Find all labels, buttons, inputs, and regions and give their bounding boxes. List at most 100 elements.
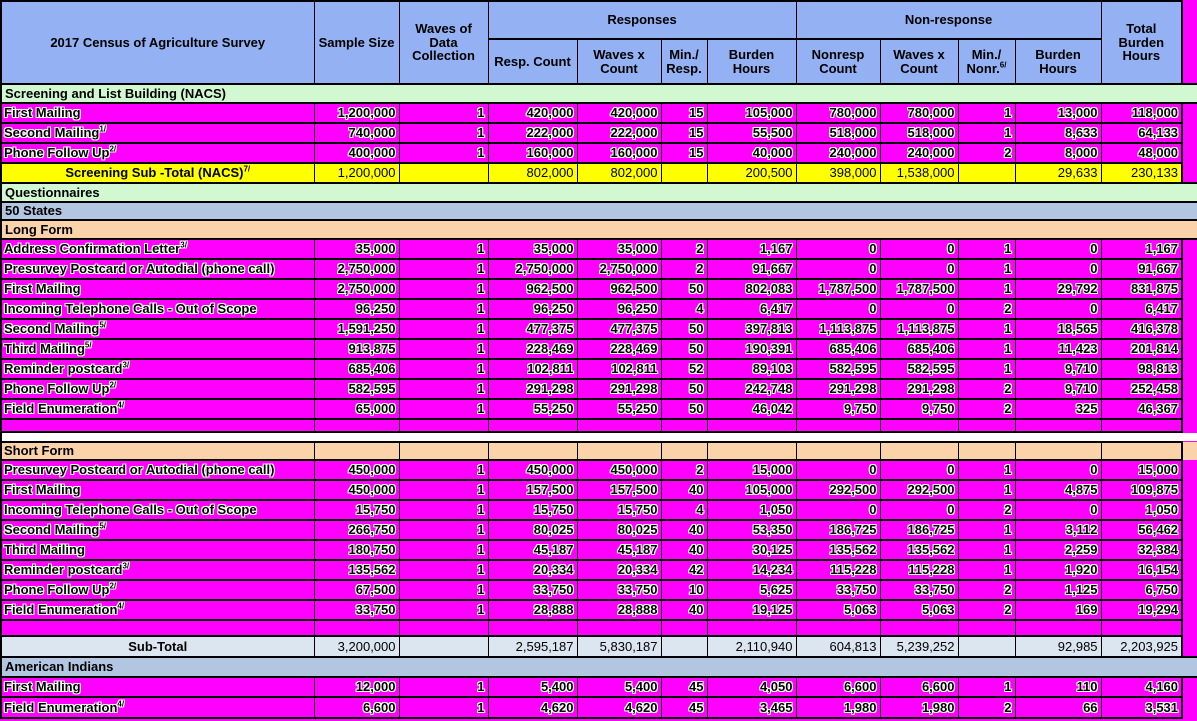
cell-nonresp-waves-x-count[interactable] xyxy=(880,442,958,460)
cell-resp-count[interactable]: 15,750 xyxy=(488,500,577,520)
cell-nonresp-count[interactable]: 685,406 xyxy=(796,339,880,359)
cell-min-per-resp[interactable]: 4 xyxy=(661,500,707,520)
cell-resp-burden-hours[interactable]: 4,050 xyxy=(707,677,796,697)
cell-resp-waves-x-count[interactable]: 157,500 xyxy=(577,480,661,500)
row-label-cell[interactable]: Field Enumeration4/ xyxy=(1,399,314,419)
row-label-cell[interactable]: Presurvey Postcard or Autodial (phone ca… xyxy=(1,259,314,279)
cell-nonresp-burden-hours[interactable]: 13,000 xyxy=(1015,103,1101,123)
cell-nonresp-waves-x-count[interactable]: 186,725 xyxy=(880,520,958,540)
cell-nonresp-waves-x-count[interactable]: 0 xyxy=(880,259,958,279)
cell-total-burden-hours[interactable]: 56,462 xyxy=(1101,520,1182,540)
cell-resp-count[interactable] xyxy=(488,442,577,460)
cell-sample-size[interactable]: 266,750 xyxy=(314,520,399,540)
cell-total-burden-hours[interactable] xyxy=(1101,419,1182,432)
cell-nonresp-count[interactable]: 0 xyxy=(796,500,880,520)
cell-resp-waves-x-count[interactable]: 962,500 xyxy=(577,279,661,299)
cell-resp-waves-x-count[interactable]: 55,250 xyxy=(577,399,661,419)
cell-total-burden-hours[interactable]: 6,417 xyxy=(1101,299,1182,319)
col-header-nonresp-burden-hours[interactable]: Burden Hours xyxy=(1015,39,1101,84)
cell-sample-size[interactable]: 1,200,000 xyxy=(314,163,399,183)
cell-sample-size[interactable]: 2,750,000 xyxy=(314,259,399,279)
cell-nonresp-count[interactable]: 0 xyxy=(796,259,880,279)
cell-nonresp-waves-x-count[interactable]: 5,239,252 xyxy=(880,636,958,657)
cell-nonresp-count[interactable]: 1,787,500 xyxy=(796,279,880,299)
cell-nonresp-waves-x-count[interactable] xyxy=(880,620,958,636)
cell-resp-waves-x-count[interactable]: 102,811 xyxy=(577,359,661,379)
cell-sample-size[interactable]: 685,406 xyxy=(314,359,399,379)
cell-waves-of-data-collection[interactable] xyxy=(399,419,488,432)
cell-sample-size[interactable]: 67,500 xyxy=(314,580,399,600)
cell-nonresp-burden-hours[interactable]: 0 xyxy=(1015,460,1101,480)
cell-min-per-nonresp[interactable]: 2 xyxy=(958,299,1015,319)
section-header-cell[interactable]: 50 States xyxy=(1,202,1197,220)
cell-nonresp-count[interactable]: 518,000 xyxy=(796,123,880,143)
cell-resp-count[interactable]: 802,000 xyxy=(488,163,577,183)
cell-nonresp-waves-x-count[interactable]: 685,406 xyxy=(880,339,958,359)
cell-total-burden-hours[interactable]: 831,875 xyxy=(1101,279,1182,299)
cell-resp-count[interactable]: 33,750 xyxy=(488,580,577,600)
cell-sample-size[interactable]: 913,875 xyxy=(314,339,399,359)
cell-nonresp-burden-hours[interactable]: 29,633 xyxy=(1015,163,1101,183)
cell-resp-waves-x-count[interactable] xyxy=(577,419,661,432)
cell-min-per-nonresp[interactable]: 1 xyxy=(958,259,1015,279)
cell-nonresp-burden-hours[interactable]: 169 xyxy=(1015,600,1101,620)
cell-resp-burden-hours[interactable]: 200,500 xyxy=(707,163,796,183)
cell-nonresp-burden-hours[interactable]: 11,423 xyxy=(1015,339,1101,359)
cell-min-per-resp[interactable]: 42 xyxy=(661,560,707,580)
cell-nonresp-burden-hours[interactable]: 18,565 xyxy=(1015,319,1101,339)
cell-resp-waves-x-count[interactable]: 222,000 xyxy=(577,123,661,143)
cell-waves-of-data-collection[interactable] xyxy=(399,620,488,636)
cell-nonresp-burden-hours[interactable]: 66 xyxy=(1015,697,1101,718)
cell-resp-waves-x-count[interactable] xyxy=(577,620,661,636)
col-header-resp-waves-x-count[interactable]: Waves x Count xyxy=(577,39,661,84)
cell-resp-waves-x-count[interactable]: 96,250 xyxy=(577,299,661,319)
cell-min-per-nonresp[interactable]: 1 xyxy=(958,677,1015,697)
col-header-nonresp-count[interactable]: Nonresp Count xyxy=(796,39,880,84)
cell-resp-burden-hours[interactable]: 46,042 xyxy=(707,399,796,419)
cell-resp-burden-hours[interactable]: 53,350 xyxy=(707,520,796,540)
cell-resp-waves-x-count[interactable]: 15,750 xyxy=(577,500,661,520)
row-label-cell[interactable]: Reminder postcard3/ xyxy=(1,560,314,580)
cell-resp-burden-hours[interactable]: 1,167 xyxy=(707,239,796,259)
cell-resp-waves-x-count[interactable]: 228,469 xyxy=(577,339,661,359)
cell-total-burden-hours[interactable]: 19,294 xyxy=(1101,600,1182,620)
cell-sample-size[interactable]: 3,200,000 xyxy=(314,636,399,657)
cell-resp-burden-hours[interactable]: 3,465 xyxy=(707,697,796,718)
cell-waves-of-data-collection[interactable]: 1 xyxy=(399,279,488,299)
cell-resp-count[interactable]: 222,000 xyxy=(488,123,577,143)
cell-resp-count[interactable]: 291,298 xyxy=(488,379,577,399)
cell-total-burden-hours[interactable]: 16,154 xyxy=(1101,560,1182,580)
row-label-cell[interactable]: First Mailing xyxy=(1,480,314,500)
cell-nonresp-burden-hours[interactable]: 0 xyxy=(1015,259,1101,279)
cell-nonresp-count[interactable]: 604,813 xyxy=(796,636,880,657)
cell-waves-of-data-collection[interactable]: 1 xyxy=(399,259,488,279)
cell-resp-burden-hours[interactable]: 15,000 xyxy=(707,460,796,480)
cell-sample-size[interactable]: 35,000 xyxy=(314,239,399,259)
cell-resp-waves-x-count[interactable]: 4,620 xyxy=(577,697,661,718)
cell-min-per-resp[interactable]: 45 xyxy=(661,697,707,718)
cell-resp-waves-x-count[interactable]: 80,025 xyxy=(577,520,661,540)
col-header-nonresp-waves-x-count[interactable]: Waves x Count xyxy=(880,39,958,84)
col-header-waves-of-data-collection[interactable]: Waves of Data Collection xyxy=(399,1,488,84)
cell-min-per-resp[interactable] xyxy=(661,636,707,657)
cell-min-per-resp[interactable]: 50 xyxy=(661,339,707,359)
cell-nonresp-waves-x-count[interactable]: 1,787,500 xyxy=(880,279,958,299)
cell-nonresp-burden-hours[interactable] xyxy=(1015,442,1101,460)
cell-nonresp-waves-x-count[interactable]: 0 xyxy=(880,460,958,480)
cell-waves-of-data-collection[interactable]: 1 xyxy=(399,580,488,600)
cell-nonresp-burden-hours[interactable]: 2,259 xyxy=(1015,540,1101,560)
cell-waves-of-data-collection[interactable]: 1 xyxy=(399,540,488,560)
cell-waves-of-data-collection[interactable]: 1 xyxy=(399,123,488,143)
cell-nonresp-count[interactable]: 291,298 xyxy=(796,379,880,399)
cell-waves-of-data-collection[interactable]: 1 xyxy=(399,103,488,123)
cell-nonresp-count[interactable]: 240,000 xyxy=(796,143,880,163)
cell-waves-of-data-collection[interactable]: 1 xyxy=(399,339,488,359)
cell-waves-of-data-collection[interactable]: 1 xyxy=(399,359,488,379)
cell-total-burden-hours[interactable]: 48,000 xyxy=(1101,143,1182,163)
cell-sample-size[interactable] xyxy=(314,419,399,432)
cell-min-per-resp[interactable]: 15 xyxy=(661,123,707,143)
cell-resp-count[interactable]: 160,000 xyxy=(488,143,577,163)
row-label-cell[interactable]: Incoming Telephone Calls - Out of Scope xyxy=(1,500,314,520)
cell-min-per-resp[interactable] xyxy=(661,163,707,183)
row-label-cell[interactable]: Reminder postcard3/ xyxy=(1,359,314,379)
